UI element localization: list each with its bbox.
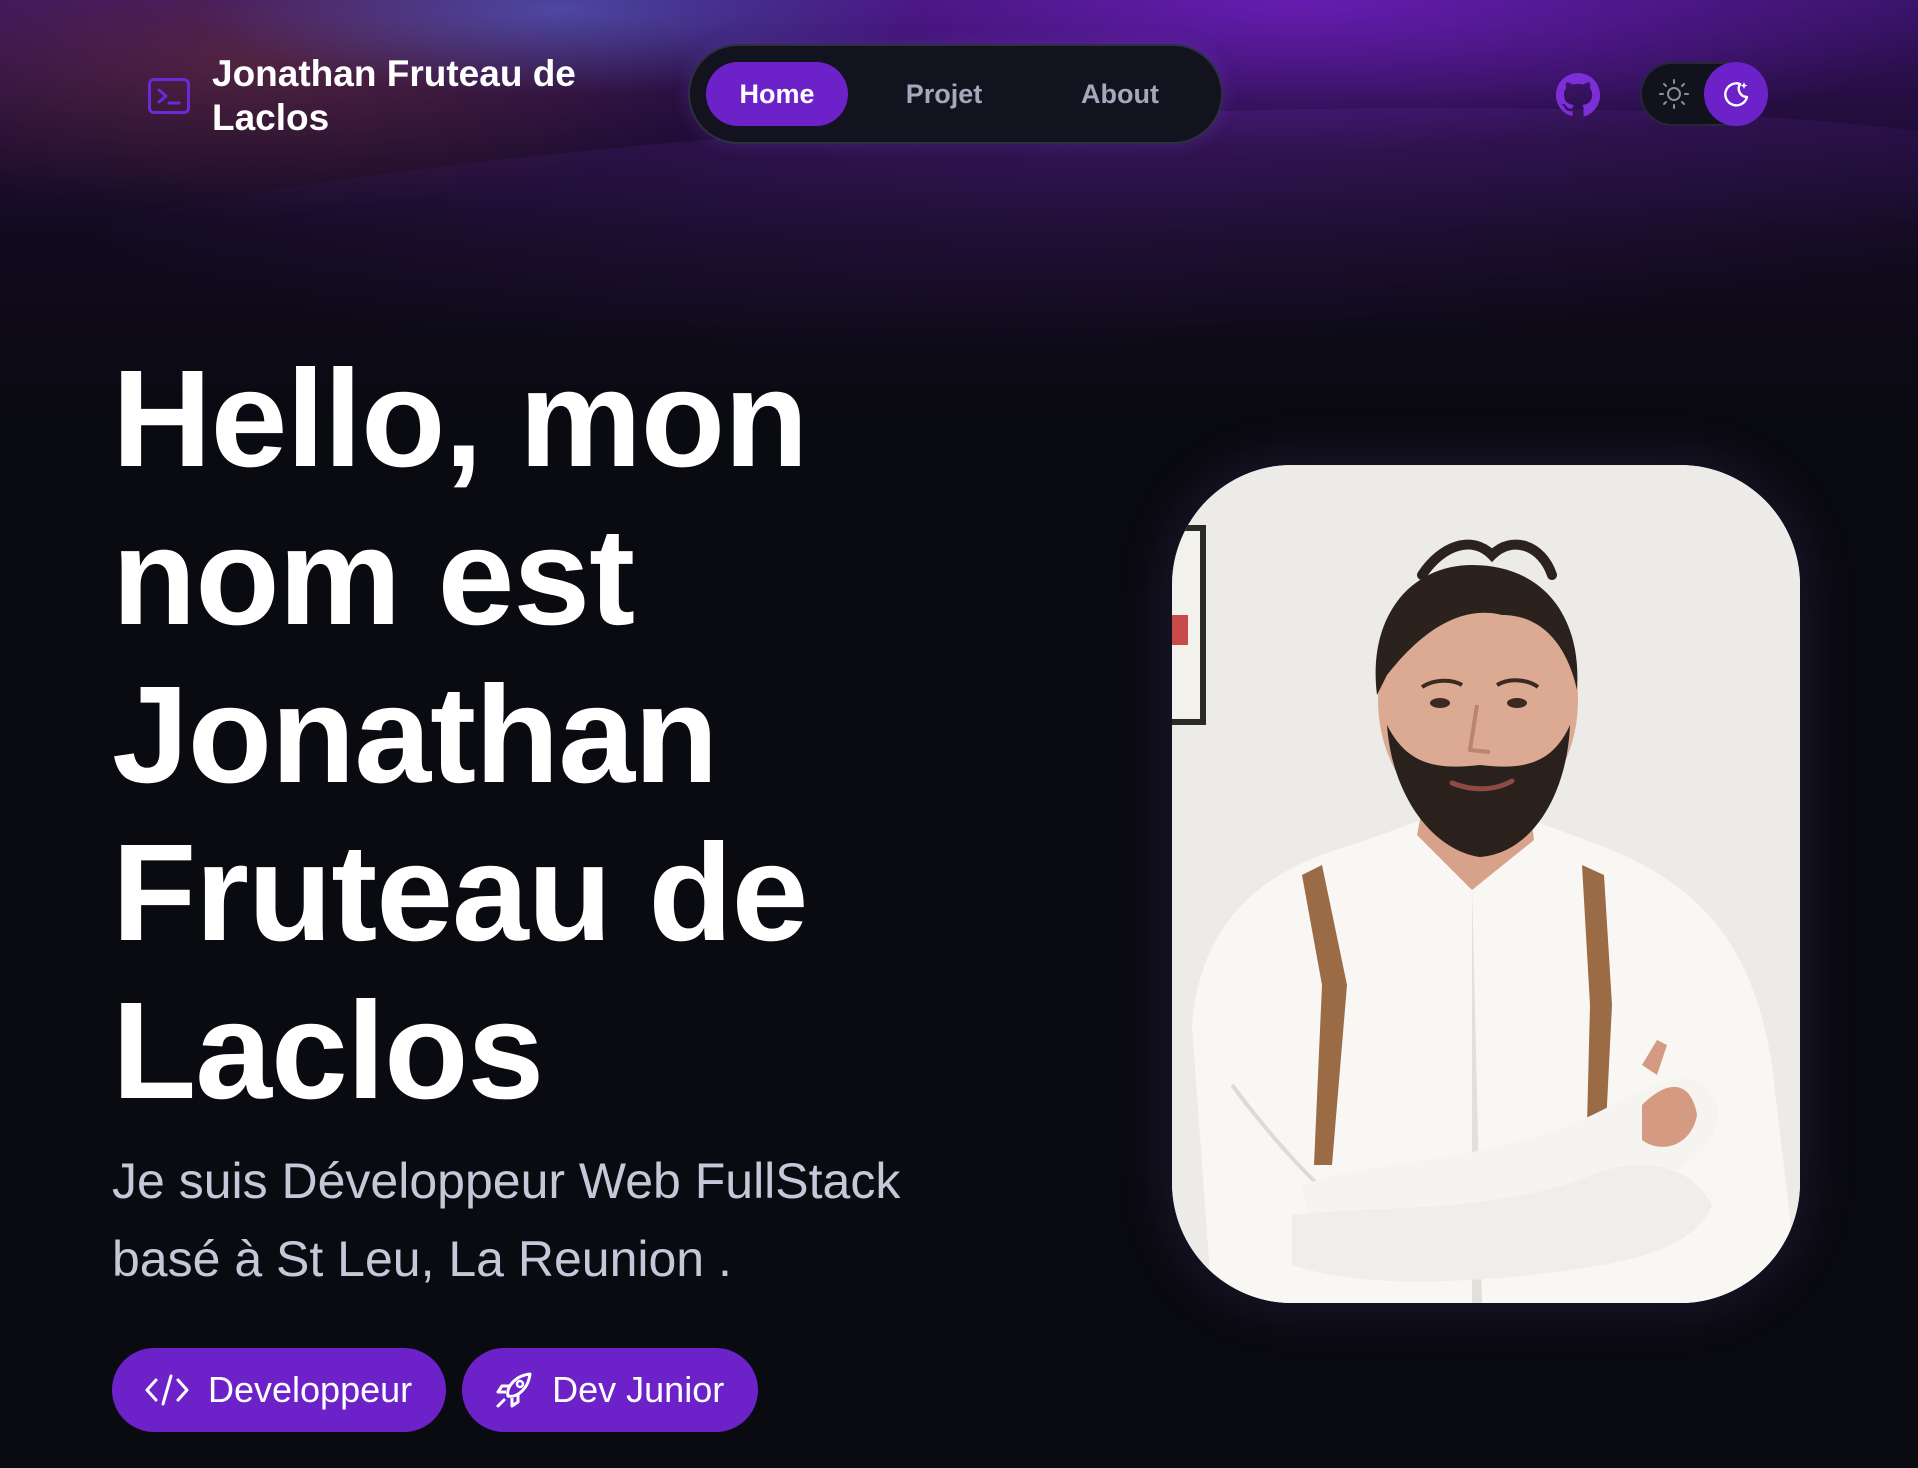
tag-dev-junior: Dev Junior xyxy=(462,1348,759,1432)
brand-link[interactable]: Jonathan Fruteau de Laclos xyxy=(148,52,632,140)
nav-item-projet[interactable]: Projet xyxy=(874,62,1014,126)
hero-subtitle: Je suis Développeur Web FullStack basé à… xyxy=(112,1153,901,1287)
site-header: Jonathan Fruteau de Laclos Home Projet A… xyxy=(0,0,1918,190)
moon-icon[interactable] xyxy=(1704,62,1768,126)
main-nav: Home Projet About xyxy=(688,44,1223,144)
portrait-photo xyxy=(1172,465,1800,1303)
page: Jonathan Fruteau de Laclos Home Projet A… xyxy=(0,0,1918,1468)
tag-developpeur: Developpeur xyxy=(112,1348,447,1432)
hero-title: Hello, mon nom est Jonathan Fruteau de L… xyxy=(112,342,808,1128)
tag-label: Developpeur xyxy=(208,1369,413,1410)
github-icon[interactable] xyxy=(1555,72,1601,118)
code-icon xyxy=(144,1373,190,1407)
nav-item-about[interactable]: About xyxy=(1050,62,1190,126)
tag-label: Dev Junior xyxy=(552,1369,725,1410)
theme-toggle[interactable] xyxy=(1640,62,1768,126)
rocket-icon xyxy=(494,1370,534,1410)
terminal-icon xyxy=(148,78,190,114)
sun-icon[interactable] xyxy=(1652,72,1696,116)
brand-name: Jonathan Fruteau de Laclos xyxy=(212,53,576,138)
tag-list: Developpeur Dev Junior xyxy=(112,1348,774,1432)
nav-item-home[interactable]: Home xyxy=(706,62,848,126)
